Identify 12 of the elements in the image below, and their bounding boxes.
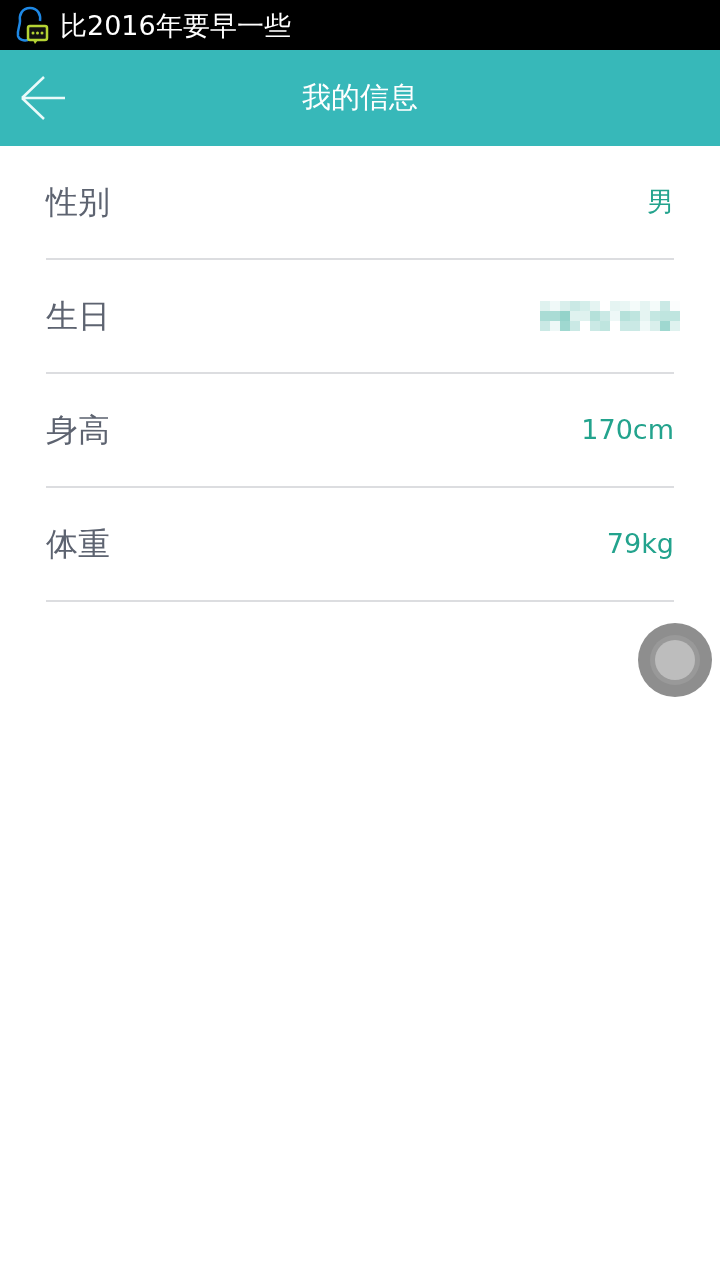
page-title: 我的信息 — [302, 79, 418, 117]
field-value: 170cm — [581, 412, 674, 447]
field-label: 性别 — [46, 182, 110, 223]
notification-text: 比2016年要早一些 — [60, 11, 291, 39]
back-button[interactable] — [18, 74, 68, 122]
field-label: 生日 — [46, 296, 110, 337]
field-value: 男 — [647, 184, 674, 219]
field-label: 体重 — [46, 524, 110, 565]
chat-app-icon — [14, 6, 50, 44]
back-arrow-icon — [20, 76, 66, 120]
field-label: 身高 — [46, 410, 110, 451]
field-value: 79kg — [606, 526, 674, 561]
